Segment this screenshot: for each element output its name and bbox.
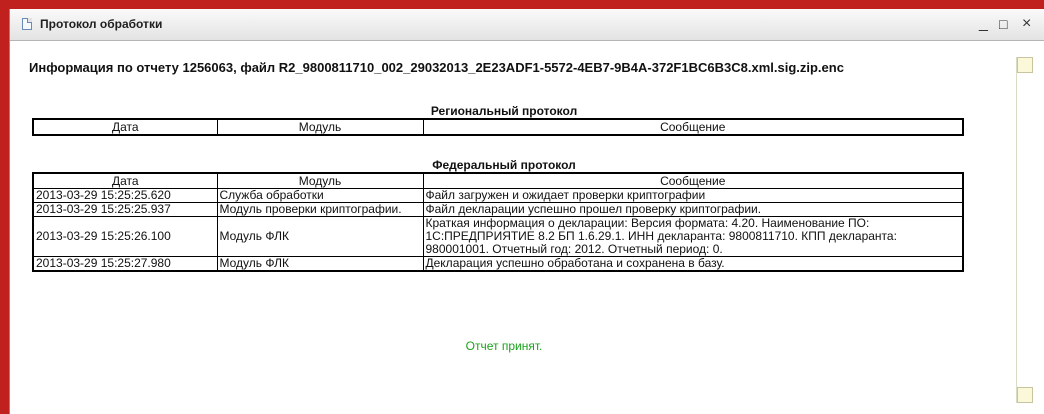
- row-message: Краткая информация о декларации: Версия …: [422, 216, 964, 257]
- vertical-scrollbar[interactable]: [1016, 57, 1035, 403]
- row-message: Декларация успешно обработана и сохранен…: [422, 256, 964, 272]
- red-left-frame: [0, 9, 9, 414]
- column-header-message: Сообщение: [422, 118, 964, 136]
- column-header-module: Модуль: [216, 118, 424, 136]
- federal-protocol-table: Дата Модуль Сообщение 2013-03-29 15:25:2…: [32, 172, 964, 272]
- row-date: 2013-03-29 15:25:27.980: [32, 256, 218, 272]
- table-header-row: Дата Модуль Сообщение: [32, 172, 964, 189]
- red-top-frame: [0, 0, 1044, 9]
- row-module: Модуль ФЛК: [216, 216, 424, 257]
- column-header-module: Модуль: [216, 172, 424, 189]
- row-date: 2013-03-29 15:25:25.937: [32, 202, 218, 217]
- column-header-date: Дата: [32, 172, 218, 189]
- regional-protocol-table: Дата Модуль Сообщение: [32, 118, 964, 136]
- window-title: Протокол обработки: [40, 17, 163, 31]
- report-info: Информация по отчету 1256063, файл R2_98…: [29, 60, 844, 75]
- row-module: Модуль ФЛК: [216, 256, 424, 272]
- row-date: 2013-03-29 15:25:26.100: [32, 216, 218, 257]
- table-row[interactable]: 2013-03-29 15:25:25.937 Модуль проверки …: [32, 202, 964, 217]
- column-header-message: Сообщение: [422, 172, 964, 189]
- protocol-window: Протокол обработки _ □ × Информация по о…: [9, 9, 1044, 414]
- regional-protocol-title: Региональный протокол: [430, 104, 578, 118]
- scroll-down-button[interactable]: [1017, 387, 1033, 403]
- table-row[interactable]: 2013-03-29 15:25:25.620 Служба обработки…: [32, 188, 964, 203]
- close-button[interactable]: ×: [1022, 16, 1031, 32]
- row-message: Файл декларации успешно прошел проверку …: [422, 202, 964, 217]
- table-row[interactable]: 2013-03-29 15:25:26.100 Модуль ФЛК Кратк…: [32, 216, 964, 257]
- row-module: Служба обработки: [216, 188, 424, 203]
- row-message: Файл загружен и ожидает проверки криптог…: [422, 188, 964, 203]
- row-date: 2013-03-29 15:25:25.620: [32, 188, 218, 203]
- federal-protocol-title: Федеральный протокол: [432, 158, 576, 172]
- table-header-row: Дата Модуль Сообщение: [32, 118, 964, 136]
- document-icon: [22, 18, 32, 30]
- column-header-date: Дата: [32, 118, 218, 136]
- minimize-button[interactable]: _: [979, 16, 988, 32]
- status-accepted: Отчет принят.: [465, 339, 543, 353]
- window-titlebar[interactable]: Протокол обработки _ □ ×: [10, 9, 1044, 41]
- maximize-button[interactable]: □: [999, 16, 1007, 32]
- scroll-up-button[interactable]: [1017, 57, 1033, 73]
- row-module: Модуль проверки криптографии.: [216, 202, 424, 217]
- table-row[interactable]: 2013-03-29 15:25:27.980 Модуль ФЛК Декла…: [32, 256, 964, 272]
